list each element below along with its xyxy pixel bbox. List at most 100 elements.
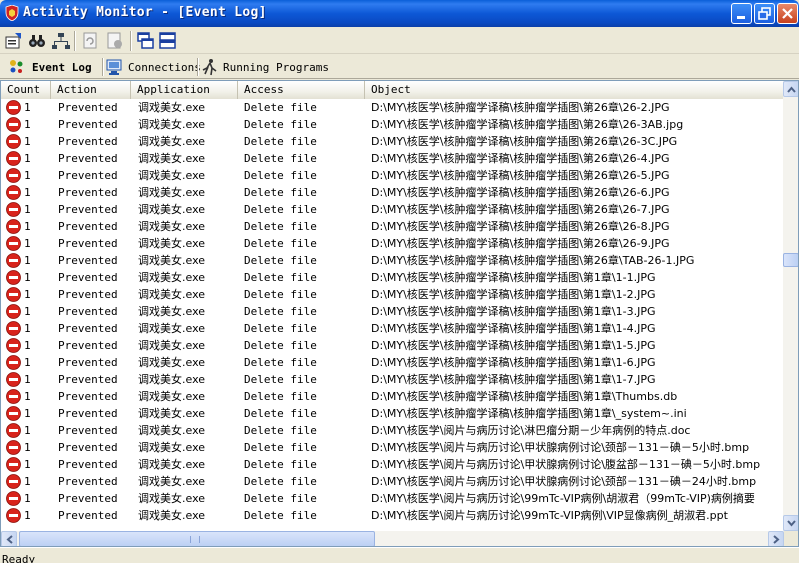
vertical-scrollbar[interactable] (783, 81, 798, 531)
column-header-count[interactable]: Count (1, 81, 51, 99)
table-row[interactable]: 1Prevented调戏美女.exeDelete fileD:\MY\核医学\阅… (1, 507, 784, 524)
cell-count: 1 (24, 390, 31, 403)
table-row[interactable]: 1Prevented调戏美女.exeDelete fileD:\MY\核医学\阅… (1, 439, 784, 456)
cell-action: Prevented (58, 390, 118, 403)
cell-action: Prevented (58, 237, 118, 250)
table-row[interactable]: 1Prevented调戏美女.exeDelete fileD:\MY\核医学\阅… (1, 422, 784, 439)
list-rows: 1 Prevented 调戏美女.exe Delete file D:\MY\核医学\核… (1, 99, 784, 525)
refresh-button[interactable] (80, 30, 102, 52)
table-row[interactable]: 1 Prevented 调戏美女.exe Delete file D:\MY\核医学\核… (1, 167, 784, 184)
table-row[interactable]: 1 Prevented 调戏美女.exe Delete file D:\MY\核医学\核… (1, 218, 784, 235)
cell-object: D:\MY\核医学\核肿瘤学译稿\核肿瘤学插图\第26章\26-6.JPG (371, 186, 670, 199)
table-row[interactable]: 1 Prevented 调戏美女.exe Delete file D:\MY\核医学\核… (1, 150, 784, 167)
toolbar-separator (74, 31, 76, 51)
prevented-icon (6, 338, 21, 353)
table-row[interactable]: 1Prevented调戏美女.exeDelete fileD:\MY\核医学\阅… (1, 473, 784, 490)
table-row[interactable]: 1Prevented调戏美女.exeDelete fileD:\MY\核医学\阅… (1, 524, 784, 525)
cell-action: Prevented (58, 186, 118, 199)
table-row[interactable]: 1 Prevented 调戏美女.exe Delete file D:\MY\核医学\核… (1, 320, 784, 337)
table-row[interactable]: 1 Prevented 调戏美女.exe Delete file D:\MY\核医学\核… (1, 371, 784, 388)
tile-vertical-icon (159, 32, 176, 49)
table-row[interactable]: 1 Prevented 调戏美女.exe Delete file D:\MY\核医学\核… (1, 116, 784, 133)
table-row[interactable]: 1 Prevented 调戏美女.exe Delete file D:\MY\核医学\核… (1, 235, 784, 252)
horizontal-scrollbar[interactable] (1, 531, 784, 546)
cell-action: Prevented (58, 220, 118, 233)
scroll-up-button[interactable] (783, 81, 798, 97)
cell-application: 调戏美女.exe (138, 475, 206, 488)
network-button[interactable] (50, 30, 72, 52)
scroll-right-button[interactable] (768, 531, 784, 546)
table-row[interactable]: 1 Prevented 调戏美女.exe Delete file D:\MY\核医学\核… (1, 133, 784, 150)
cell-application: 调戏美女.exe (138, 424, 206, 437)
cell-object: D:\MY\核医学\核肿瘤学译稿\核肿瘤学插图\第1章\1-7.JPG (371, 373, 656, 386)
tile-vertical-button[interactable] (157, 30, 179, 52)
cell-object: D:\MY\核医学\阅片与病历讨论\淋巴瘤分期－少年病例的特点.doc (371, 424, 691, 437)
cell-action: Prevented (58, 492, 118, 505)
column-header-action[interactable]: Action (51, 81, 131, 99)
cell-access: Delete file (244, 407, 317, 420)
title-bar[interactable]: Activity Monitor - [Event Log] (0, 0, 799, 27)
tile-horizontal-button[interactable] (135, 30, 157, 52)
prevented-icon (6, 321, 21, 336)
table-row[interactable]: 1Prevented调戏美女.exeDelete fileD:\MY\核医学\阅… (1, 456, 784, 473)
prevented-icon (6, 406, 21, 421)
scroll-down-button[interactable] (783, 515, 798, 531)
cell-count: 1 (24, 305, 31, 318)
table-row[interactable]: 1 Prevented 调戏美女.exe Delete file D:\MY\核医学\核… (1, 354, 784, 371)
column-header-access[interactable]: Access (238, 81, 365, 99)
arrow-up-icon (787, 86, 796, 93)
prevented-icon (6, 253, 21, 268)
horizontal-scroll-thumb[interactable] (19, 531, 375, 546)
prevented-icon (6, 457, 21, 472)
cell-object: D:\MY\核医学\阅片与病历讨论\甲状腺病例讨论\腹盆部－131－碘－5小时.… (371, 458, 761, 471)
tab-separator (102, 58, 104, 76)
table-row[interactable]: 1 Prevented 调戏美女.exe Delete file D:\MY\核医学\核… (1, 252, 784, 269)
toolbar-separator (130, 31, 132, 51)
minimize-button[interactable] (731, 3, 752, 24)
cell-action: Prevented (58, 356, 118, 369)
table-row[interactable]: 1 Prevented 调戏美女.exe Delete file D:\MY\核医学\核… (1, 337, 784, 354)
column-header-object[interactable]: Object (365, 81, 784, 99)
table-row[interactable]: 1 Prevented 调戏美女.exe Delete file D:\MY\核医学\核… (1, 99, 784, 116)
prevented-icon (6, 304, 21, 319)
tab-event-log[interactable]: Event Log (8, 56, 92, 78)
table-row[interactable]: 1 Prevented 调戏美女.exe Delete file D:\MY\核医学\核… (1, 184, 784, 201)
table-row[interactable]: 1 Prevented 调戏美女.exe Delete file D:\MY\核医学\核… (1, 269, 784, 286)
vertical-scroll-thumb[interactable] (783, 253, 798, 267)
tab-running-programs[interactable]: Running Programs (201, 56, 329, 78)
cell-application: 调戏美女.exe (138, 524, 242, 525)
cell-application: 调戏美女.exe (138, 220, 206, 233)
prevented-icon (6, 372, 21, 387)
cell-action: Prevented (58, 458, 118, 471)
toolbar (0, 27, 799, 54)
find-button[interactable] (26, 30, 48, 52)
close-button[interactable] (777, 3, 798, 24)
cell-object: D:\MY\核医学\核肿瘤学译稿\核肿瘤学插图\第26章\26-3C.JPG (371, 135, 678, 148)
restore-icon (758, 7, 771, 20)
scroll-left-button[interactable] (1, 531, 17, 546)
table-row[interactable]: 1 Prevented 调戏美女.exe Delete file D:\MY\核医学\核… (1, 405, 784, 422)
cell-count: 1 (24, 356, 31, 369)
properties-button[interactable] (3, 30, 25, 52)
cell-access: Delete file (244, 203, 317, 216)
restore-button[interactable] (754, 3, 775, 24)
column-header-application[interactable]: Application (131, 81, 238, 99)
cell-access: Delete file (244, 322, 317, 335)
tab-connections[interactable]: Connections (106, 56, 201, 78)
cell-count: 1 (24, 203, 31, 216)
tile-horizontal-icon (137, 32, 154, 49)
cell-count: 1 (24, 169, 31, 182)
event-log-list[interactable]: Count Action Application Access Object 1… (0, 80, 799, 547)
table-row[interactable]: 1 Prevented 调戏美女.exe Delete file D:\MY\核医学\核… (1, 388, 784, 405)
clear-log-button[interactable] (104, 30, 126, 52)
cell-count: 1 (24, 322, 31, 335)
table-row[interactable]: 1Prevented调戏美女.exeDelete fileD:\MY\核医学\阅… (1, 490, 784, 507)
binoculars-icon (29, 35, 45, 47)
table-row[interactable]: 1 Prevented 调戏美女.exe Delete file D:\MY\核医学\核… (1, 286, 784, 303)
table-row[interactable]: 1 Prevented 调戏美女.exe Delete file D:\MY\核医学\核… (1, 201, 784, 218)
cell-object: D:\MY\核医学\核肿瘤学译稿\核肿瘤学插图\第26章\TAB-26-1.JP… (371, 254, 695, 267)
scroll-grip (190, 536, 200, 543)
prevented-icon (6, 508, 21, 523)
cell-count: 1 (24, 475, 31, 488)
table-row[interactable]: 1 Prevented 调戏美女.exe Delete file D:\MY\核医学\核… (1, 303, 784, 320)
